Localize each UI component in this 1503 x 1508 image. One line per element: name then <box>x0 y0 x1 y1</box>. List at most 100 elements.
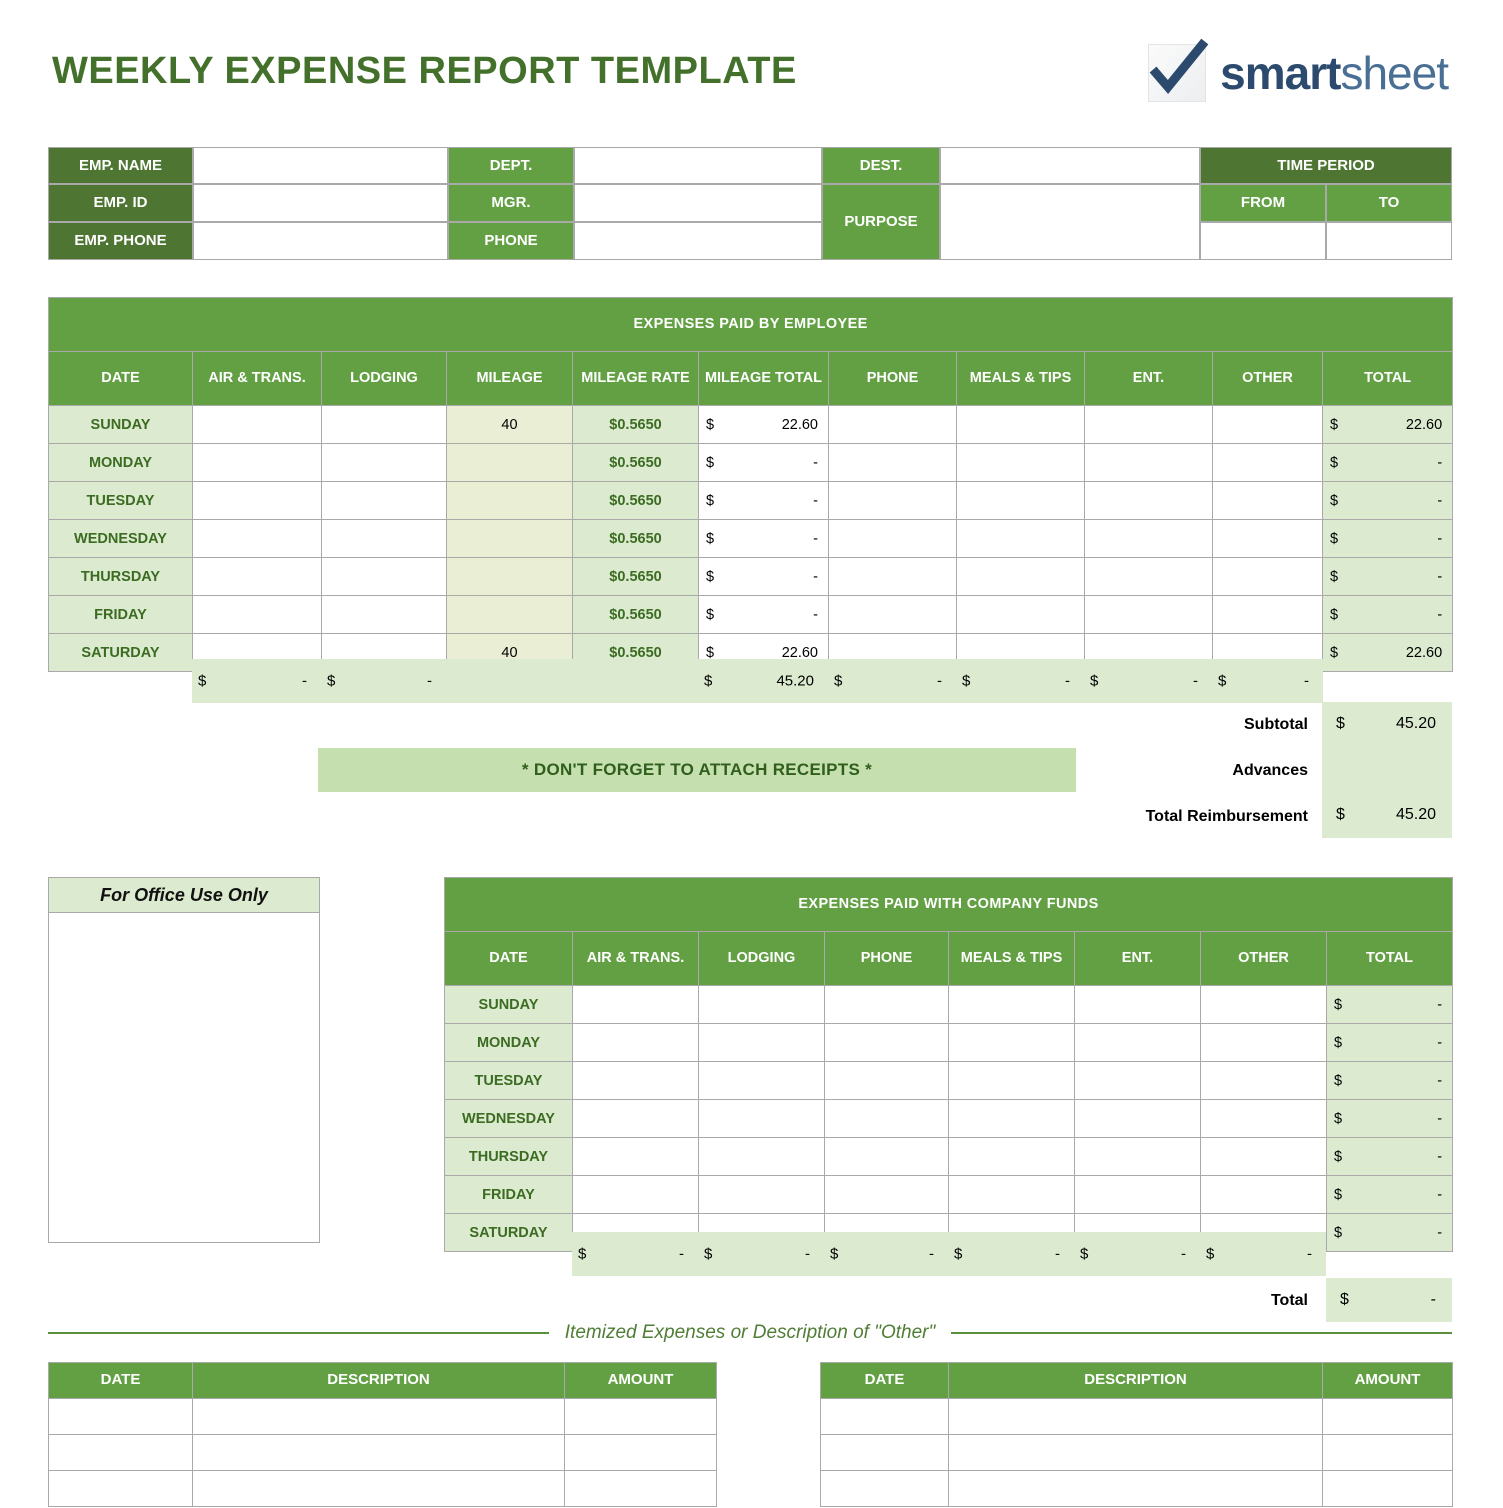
air-trans-input[interactable] <box>192 443 322 482</box>
emp-id-input[interactable] <box>193 184 448 222</box>
mileage-input[interactable] <box>446 443 573 482</box>
cf-air-trans-input[interactable] <box>572 1175 699 1214</box>
itemized-amount-input[interactable] <box>564 1398 717 1435</box>
meals-tips-input[interactable] <box>956 519 1085 558</box>
itemized-description-input[interactable] <box>948 1434 1323 1471</box>
itemized-amount-input[interactable] <box>1322 1434 1453 1471</box>
meals-tips-input[interactable] <box>956 595 1085 634</box>
dept-input[interactable] <box>574 147 822 184</box>
mileage-input[interactable]: 40 <box>446 405 573 444</box>
cf-ent-input[interactable] <box>1074 1175 1201 1214</box>
ent-input[interactable] <box>1084 519 1213 558</box>
itemized-description-input[interactable] <box>948 1470 1323 1507</box>
mileage-input[interactable] <box>446 481 573 520</box>
cf-meals-input[interactable] <box>948 1099 1075 1138</box>
money-cell[interactable]: $ - <box>698 519 829 558</box>
emp-name-input[interactable] <box>193 147 448 184</box>
cf-lodging-input[interactable] <box>698 985 825 1024</box>
money-cell[interactable]: $ - <box>698 443 829 482</box>
lodging-input[interactable] <box>321 595 447 634</box>
cf-phone-input[interactable] <box>824 1137 949 1176</box>
ent-input[interactable] <box>1084 595 1213 634</box>
mgr-input[interactable] <box>574 184 822 222</box>
lodging-input[interactable] <box>321 443 447 482</box>
cf-air-trans-input[interactable] <box>572 1023 699 1062</box>
cf-lodging-input[interactable] <box>698 1061 825 1100</box>
itemized-date-input[interactable] <box>820 1470 949 1507</box>
itemized-description-input[interactable] <box>948 1398 1323 1435</box>
advances-value[interactable] <box>1322 746 1452 792</box>
itemized-amount-input[interactable] <box>564 1470 717 1507</box>
emp-phone-input[interactable] <box>193 222 448 260</box>
ent-input[interactable] <box>1084 481 1213 520</box>
other-input[interactable] <box>1212 557 1323 596</box>
cf-ent-input[interactable] <box>1074 1099 1201 1138</box>
other-input[interactable] <box>1212 595 1323 634</box>
itemized-amount-input[interactable] <box>1322 1470 1453 1507</box>
cf-air-trans-input[interactable] <box>572 1137 699 1176</box>
cf-ent-input[interactable] <box>1074 985 1201 1024</box>
itemized-date-input[interactable] <box>820 1398 949 1435</box>
cf-other-input[interactable] <box>1200 1175 1327 1214</box>
money-cell[interactable]: $ - <box>698 595 829 634</box>
itemized-amount-input[interactable] <box>1322 1398 1453 1435</box>
meals-tips-input[interactable] <box>956 481 1085 520</box>
cf-air-trans-input[interactable] <box>572 1099 699 1138</box>
itemized-date-input[interactable] <box>820 1434 949 1471</box>
phone-input[interactable] <box>828 443 957 482</box>
cf-lodging-input[interactable] <box>698 1099 825 1138</box>
phone-input[interactable] <box>828 405 957 444</box>
cf-air-trans-input[interactable] <box>572 1061 699 1100</box>
cf-other-input[interactable] <box>1200 1099 1327 1138</box>
phone-input[interactable] <box>828 557 957 596</box>
cf-lodging-input[interactable] <box>698 1023 825 1062</box>
office-use-area[interactable] <box>48 913 320 1243</box>
cf-ent-input[interactable] <box>1074 1137 1201 1176</box>
purpose-input[interactable] <box>940 184 1200 260</box>
ent-input[interactable] <box>1084 443 1213 482</box>
cf-phone-input[interactable] <box>824 1061 949 1100</box>
itemized-date-input[interactable] <box>48 1470 193 1507</box>
money-cell[interactable]: $ - <box>698 481 829 520</box>
cf-phone-input[interactable] <box>824 1175 949 1214</box>
itemized-description-input[interactable] <box>192 1434 565 1471</box>
money-cell[interactable]: $ - <box>698 557 829 596</box>
meals-tips-input[interactable] <box>956 443 1085 482</box>
other-input[interactable] <box>1212 443 1323 482</box>
cf-phone-input[interactable] <box>824 1099 949 1138</box>
phone-input[interactable] <box>828 519 957 558</box>
dest-input[interactable] <box>940 147 1200 184</box>
from-input[interactable] <box>1200 222 1326 260</box>
other-input[interactable] <box>1212 405 1323 444</box>
cf-meals-input[interactable] <box>948 985 1075 1024</box>
phone-input[interactable] <box>828 595 957 634</box>
air-trans-input[interactable] <box>192 519 322 558</box>
cf-meals-input[interactable] <box>948 1137 1075 1176</box>
cf-ent-input[interactable] <box>1074 1061 1201 1100</box>
phone-input[interactable] <box>828 481 957 520</box>
cf-other-input[interactable] <box>1200 1061 1327 1100</box>
cf-phone-input[interactable] <box>824 985 949 1024</box>
meals-tips-input[interactable] <box>956 557 1085 596</box>
lodging-input[interactable] <box>321 519 447 558</box>
cf-other-input[interactable] <box>1200 985 1327 1024</box>
meals-tips-input[interactable] <box>956 405 1085 444</box>
mileage-input[interactable] <box>446 557 573 596</box>
ent-input[interactable] <box>1084 557 1213 596</box>
other-input[interactable] <box>1212 519 1323 558</box>
cf-lodging-input[interactable] <box>698 1175 825 1214</box>
to-input[interactable] <box>1326 222 1452 260</box>
itemized-date-input[interactable] <box>48 1398 193 1435</box>
other-input[interactable] <box>1212 481 1323 520</box>
lodging-input[interactable] <box>321 481 447 520</box>
itemized-amount-input[interactable] <box>564 1434 717 1471</box>
cf-ent-input[interactable] <box>1074 1023 1201 1062</box>
mileage-input[interactable] <box>446 595 573 634</box>
air-trans-input[interactable] <box>192 405 322 444</box>
mileage-input[interactable] <box>446 519 573 558</box>
cf-air-trans-input[interactable] <box>572 985 699 1024</box>
cf-other-input[interactable] <box>1200 1137 1327 1176</box>
cf-meals-input[interactable] <box>948 1061 1075 1100</box>
air-trans-input[interactable] <box>192 481 322 520</box>
cf-lodging-input[interactable] <box>698 1137 825 1176</box>
